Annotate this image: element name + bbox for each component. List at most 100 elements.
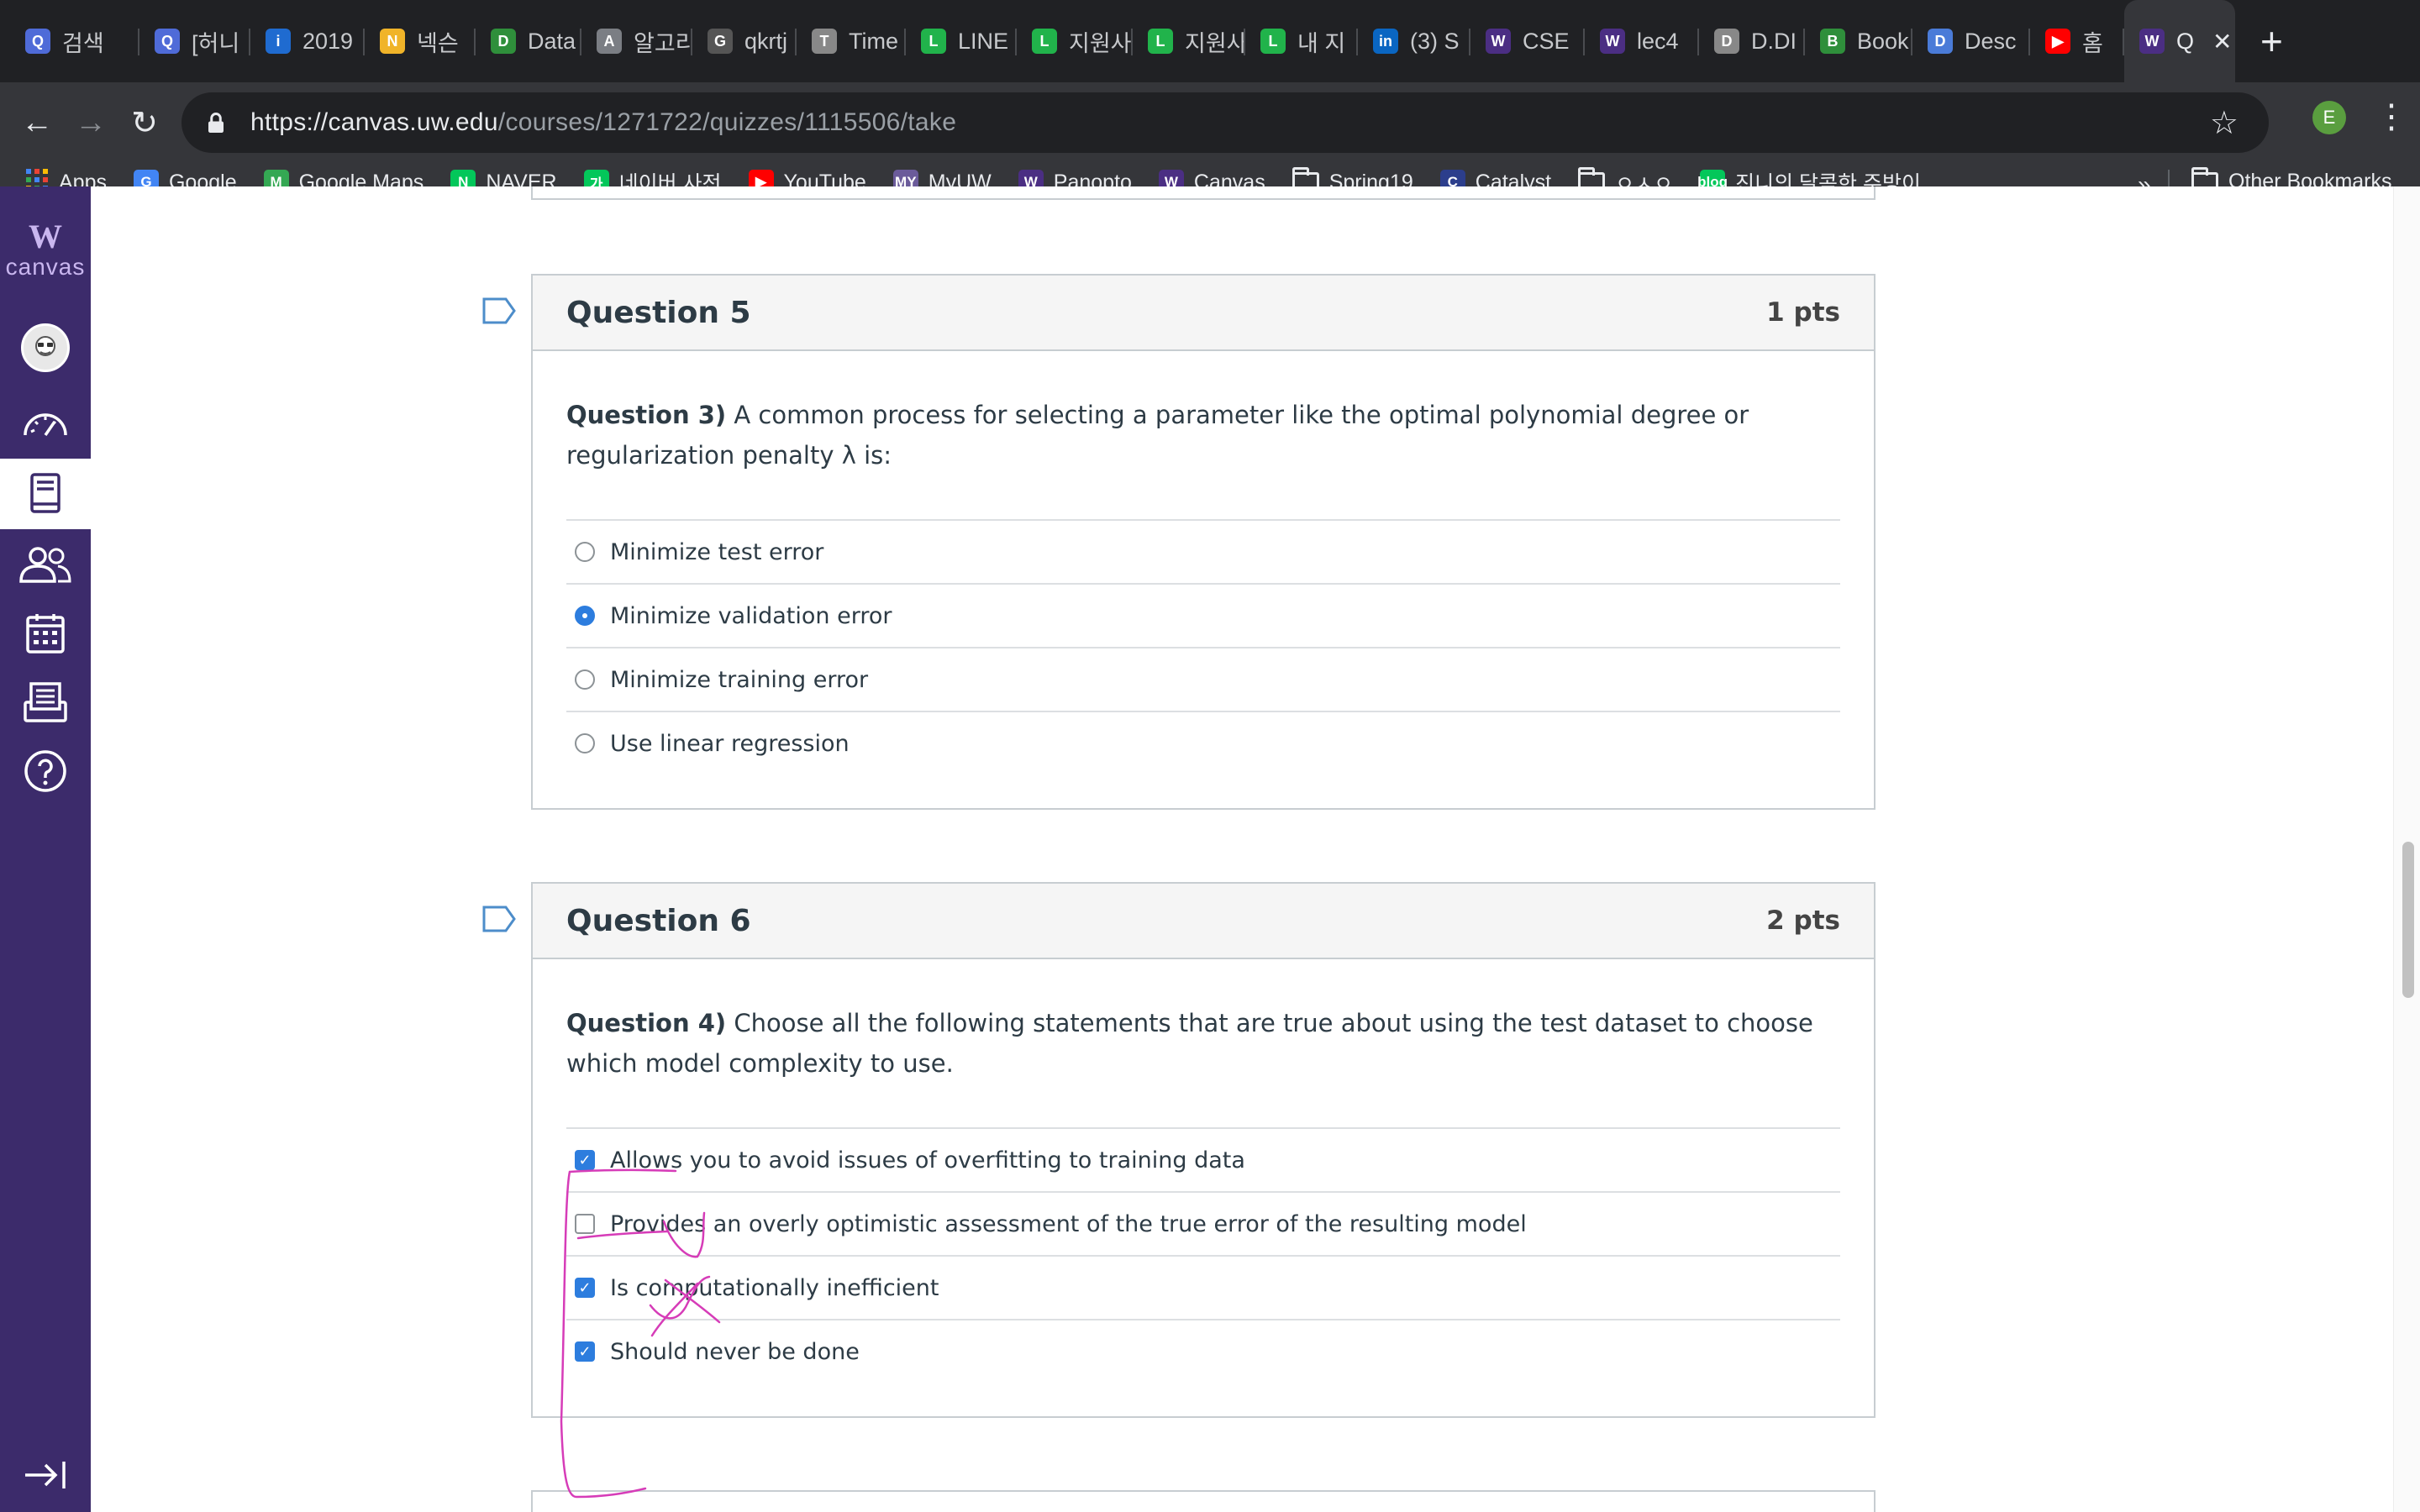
browser-tab-active[interactable]: W Q ✕ xyxy=(2124,0,2235,82)
tab-title: Desc xyxy=(1965,28,2017,54)
profile-avatar[interactable]: E xyxy=(2312,101,2346,134)
browser-tab[interactable]: in (3) S xyxy=(1358,0,1470,82)
question-points: 2 pts xyxy=(1766,906,1840,936)
answer-option[interactable]: Use linear regression xyxy=(566,712,1840,774)
lock-icon xyxy=(208,113,224,133)
question-points: 1 pts xyxy=(1766,297,1840,328)
tab-title: 지원사 xyxy=(1069,30,1132,56)
browser-toolbar: ← → ↻ https://canvas.uw.edu/courses/1271… xyxy=(0,82,2420,202)
tab-favicon-icon: i xyxy=(266,29,291,54)
tab-favicon-icon: W xyxy=(2139,29,2165,54)
browser-tab[interactable]: L LINE xyxy=(906,0,1017,82)
tab-favicon-icon: W xyxy=(1486,29,1511,54)
bookmark-star-icon[interactable]: ☆ xyxy=(2210,104,2238,142)
answer-option[interactable]: Provides an overly optimistic assessment… xyxy=(566,1193,1840,1257)
page-scrollbar[interactable] xyxy=(2393,186,2420,1512)
radio-button[interactable] xyxy=(575,669,595,690)
flag-question-icon[interactable] xyxy=(482,297,516,324)
radio-button[interactable] xyxy=(575,542,595,562)
answer-option[interactable]: ✓ Is computationally inefficient xyxy=(566,1257,1840,1320)
tab-title: lec4 xyxy=(1637,28,1679,54)
answer-label: Minimize validation error xyxy=(610,602,892,629)
tab-favicon-icon: L xyxy=(1148,29,1173,54)
browser-tab[interactable]: N 넥슨 xyxy=(365,0,476,82)
nav-groups[interactable] xyxy=(0,529,91,600)
collapse-arrow-icon xyxy=(25,1462,66,1488)
uw-logo-mark: W xyxy=(29,218,62,255)
nav-inbox[interactable] xyxy=(0,667,91,738)
answer-option[interactable]: Minimize training error xyxy=(566,648,1840,712)
browser-tab[interactable]: Q 검색 xyxy=(10,0,139,82)
browser-tab[interactable]: i 2019 xyxy=(250,0,365,82)
canvas-logo[interactable]: W canvas xyxy=(0,220,91,281)
browser-tab[interactable]: Gqkrtj xyxy=(692,0,797,82)
pen-annotation xyxy=(560,1168,721,1499)
radio-button[interactable] xyxy=(575,606,595,626)
browser-tab[interactable]: B Book xyxy=(1805,0,1912,82)
tab-favicon-icon: D xyxy=(1928,29,1953,54)
inbox-icon xyxy=(24,682,67,722)
tab-favicon-icon: Q xyxy=(25,29,50,54)
answer-option[interactable]: ✓ Allows you to avoid issues of overfitti… xyxy=(566,1129,1840,1193)
tab-favicon-icon: N xyxy=(380,29,405,54)
collapse-nav-button[interactable] xyxy=(0,1440,91,1510)
nav-dashboard[interactable] xyxy=(0,388,91,459)
tab-favicon-icon: ▶ xyxy=(2045,29,2070,54)
tab-title: Time xyxy=(849,28,898,54)
browser-tab[interactable]: Q [허니 xyxy=(139,0,250,82)
answer-label: Minimize test error xyxy=(610,538,824,565)
previous-question-bottom xyxy=(531,186,1876,200)
groups-icon xyxy=(19,547,71,583)
answer-option[interactable]: Minimize test error xyxy=(566,521,1840,585)
tab-title: 알고리 xyxy=(634,30,692,56)
tab-title: qkrtj xyxy=(744,28,788,54)
tab-title: D.DI xyxy=(1751,28,1797,54)
tab-title: 검색 xyxy=(62,30,104,56)
browser-menu-icon[interactable]: ⋮ xyxy=(2375,97,2408,136)
question-title: Question 5 xyxy=(566,295,751,330)
browser-tab[interactable]: L 지원사 xyxy=(1017,0,1133,82)
nav-account[interactable] xyxy=(0,312,91,383)
browser-tab[interactable]: D Data xyxy=(476,0,581,82)
forward-icon[interactable]: → xyxy=(67,99,114,146)
reload-icon[interactable]: ↻ xyxy=(121,99,168,146)
tab-title: (3) S xyxy=(1410,28,1460,54)
calendar-icon xyxy=(26,614,65,654)
flag-question-icon[interactable] xyxy=(482,906,516,932)
new-tab-button[interactable]: + xyxy=(2260,18,2283,64)
answer-option[interactable]: ✓ Should never be done xyxy=(566,1320,1840,1383)
nav-calendar[interactable] xyxy=(0,598,91,669)
question-text: Question 3) A common process for selecti… xyxy=(566,395,1840,475)
radio-button[interactable] xyxy=(575,733,595,753)
tab-favicon-icon: G xyxy=(708,29,733,54)
browser-tab[interactable]: D D.DI xyxy=(1699,0,1805,82)
browser-tab[interactable]: L 지원사 xyxy=(1133,0,1245,82)
browser-tab[interactable]: A 알고리 xyxy=(581,0,692,82)
scrollbar-thumb[interactable] xyxy=(2402,842,2414,998)
answer-label: Minimize training error xyxy=(610,666,869,693)
nav-help[interactable] xyxy=(0,736,91,806)
close-tab-icon[interactable]: ✕ xyxy=(2212,28,2232,55)
tab-title: Q xyxy=(2176,28,2195,54)
browser-tab[interactable]: L내 지 xyxy=(1245,0,1358,82)
browser-tab[interactable]: D Desc xyxy=(1912,0,2030,82)
tab-title: Data xyxy=(528,28,576,54)
question-prefix: Question 3) xyxy=(566,401,727,429)
browser-tab[interactable]: Wlec4 xyxy=(1585,0,1699,82)
tab-title: 지원사 xyxy=(1185,30,1245,56)
browser-tab[interactable]: T Time xyxy=(797,0,906,82)
address-bar[interactable]: https://canvas.uw.edu/courses/1271722/qu… xyxy=(182,92,2269,153)
question-header: Question 6 2 pts xyxy=(533,884,1874,959)
tab-favicon-icon: L xyxy=(1260,29,1286,54)
browser-tab[interactable]: W CSE xyxy=(1470,0,1585,82)
nav-courses[interactable] xyxy=(0,459,91,529)
back-icon[interactable]: ← xyxy=(13,99,60,146)
tab-favicon-icon: in xyxy=(1373,29,1398,54)
question-body: A common process for selecting a paramet… xyxy=(566,401,1749,470)
tab-favicon-icon: B xyxy=(1820,29,1845,54)
courses-book-icon xyxy=(30,473,60,513)
tab-title: LINE xyxy=(958,28,1009,54)
question-body: Choose all the following statements that… xyxy=(566,1009,1813,1078)
browser-tab[interactable]: ▶ 홈 xyxy=(2030,0,2124,82)
answer-option[interactable]: Minimize validation error xyxy=(566,585,1840,648)
